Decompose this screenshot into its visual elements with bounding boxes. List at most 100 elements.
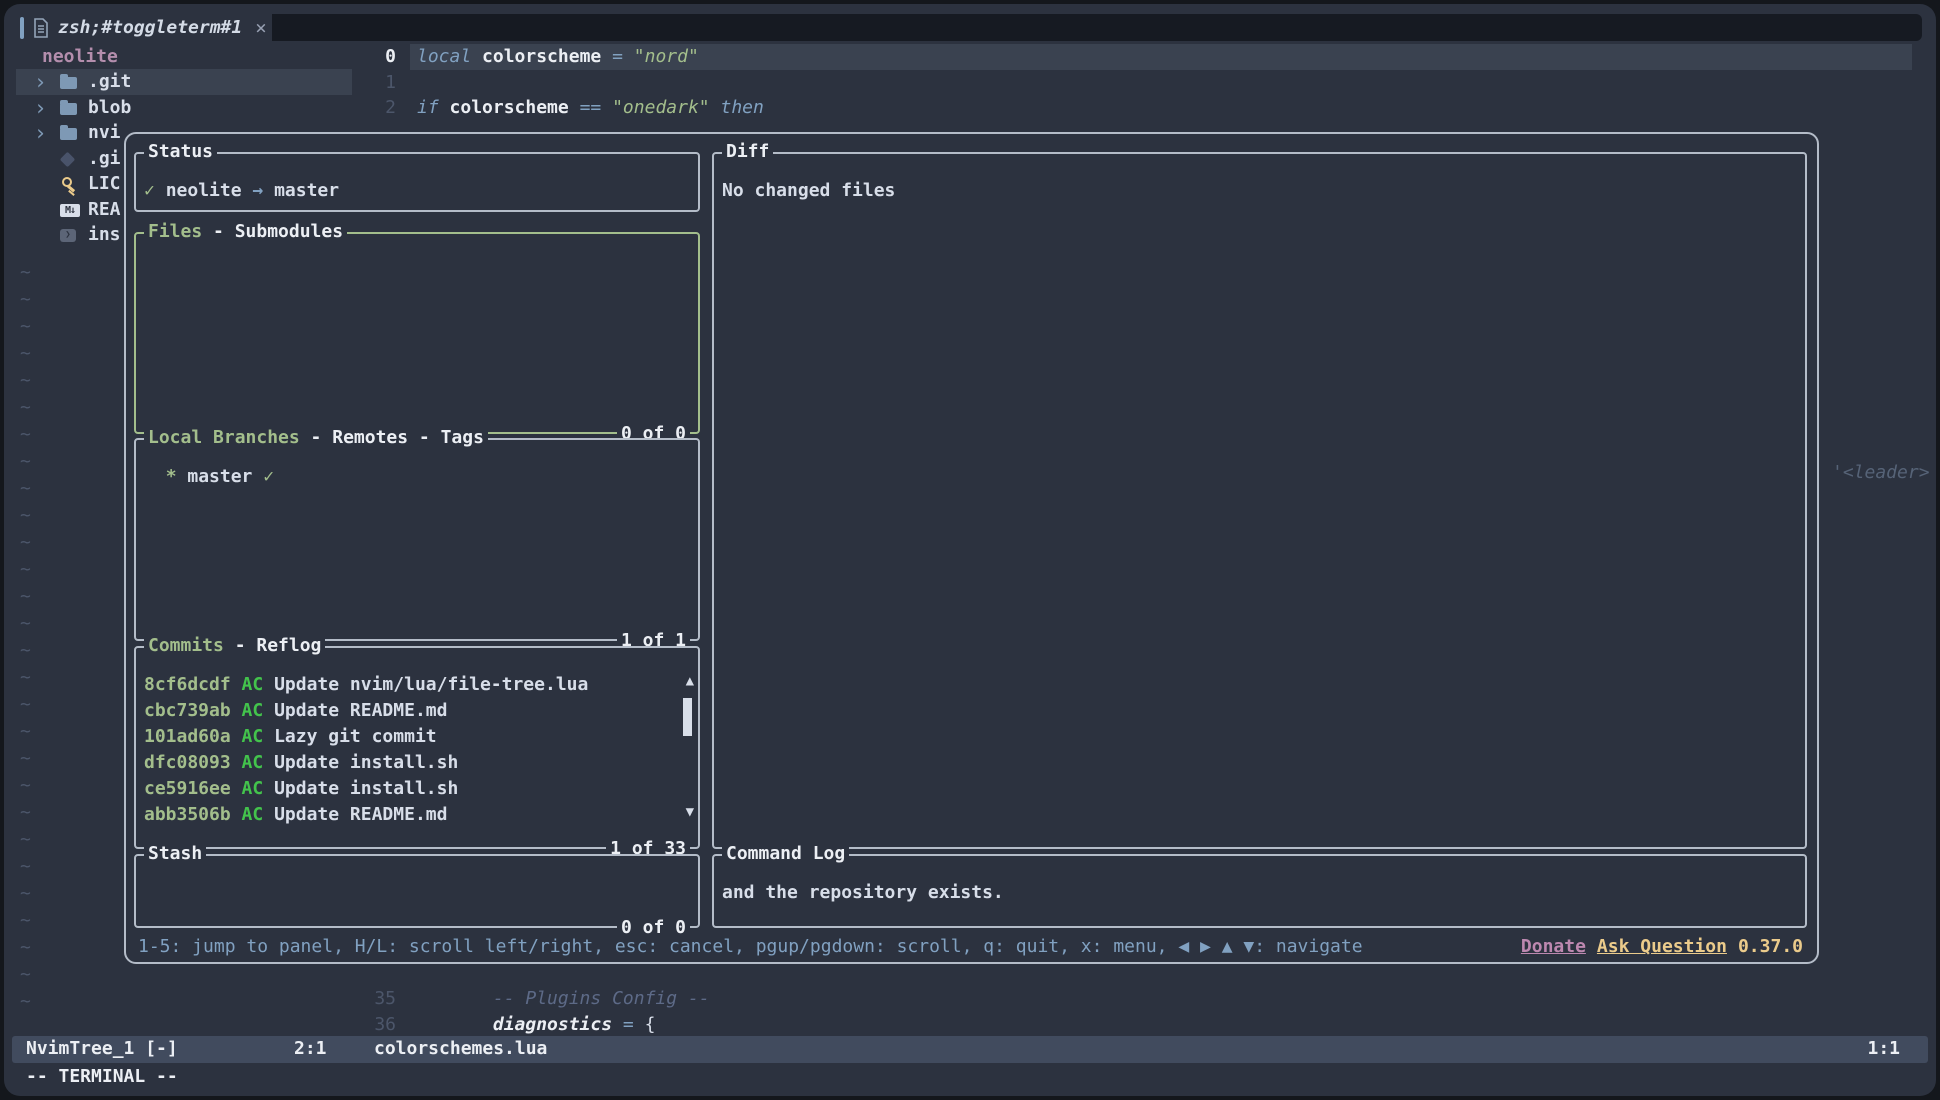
commit-row[interactable]: abb3506b AC Update README.md bbox=[144, 802, 690, 828]
token: local bbox=[417, 46, 482, 67]
code-line-1[interactable]: 1 bbox=[4, 70, 1936, 96]
empty-line-marker: ~ bbox=[20, 368, 31, 394]
terminal-tab[interactable]: zsh;#toggleterm#1 × bbox=[16, 14, 275, 41]
token: colorscheme bbox=[482, 46, 601, 67]
token: Lazy git commit bbox=[274, 724, 437, 750]
empty-line-marker: ~ bbox=[20, 665, 31, 691]
token: ce5916ee bbox=[144, 776, 242, 802]
branches-panel-title: Local Branches - Remotes - Tags bbox=[144, 425, 488, 451]
code-text: local colorscheme = "nord" bbox=[417, 44, 699, 70]
lazygit-links: Donate Ask Question 0.37.0 bbox=[1521, 934, 1803, 960]
status-panel[interactable]: Status ✓ neolite → master bbox=[134, 152, 700, 212]
command-log-content: and the repository exists. bbox=[722, 880, 1797, 924]
empty-line-marker: ~ bbox=[20, 422, 31, 448]
commit-row[interactable]: 101ad60a AC Lazy git commit bbox=[144, 724, 690, 750]
branches-panel[interactable]: Local Branches - Remotes - Tags * master… bbox=[134, 438, 700, 641]
commit-row[interactable]: ce5916ee AC Update install.sh bbox=[144, 776, 690, 802]
token: = bbox=[601, 46, 634, 67]
empty-line-marker: ~ bbox=[20, 557, 31, 583]
token: ✓ bbox=[144, 180, 166, 201]
token: ✓ bbox=[263, 466, 274, 487]
code-line-0[interactable]: 0 local colorscheme = "nord" bbox=[4, 44, 1936, 70]
empty-line-marker: ~ bbox=[20, 908, 31, 934]
scroll-up-icon[interactable]: ▲ bbox=[686, 674, 694, 688]
scroll-down-icon[interactable]: ▼ bbox=[686, 805, 694, 819]
commit-row[interactable]: dfc08093 AC Update install.sh bbox=[144, 750, 690, 776]
empty-line-marker: ~ bbox=[20, 530, 31, 556]
stash-panel[interactable]: Stash 0 of 0 bbox=[134, 854, 700, 928]
active-tab-indicator bbox=[20, 17, 24, 39]
token: master bbox=[274, 180, 339, 201]
line-number: 0 bbox=[4, 44, 396, 70]
ask-question-link[interactable]: Ask Question bbox=[1597, 934, 1727, 960]
commit-row[interactable]: 8cf6dcdf AC Update nvim/lua/file-tree.lu… bbox=[144, 672, 690, 698]
statusline-buffer-name: NvimTree_1 [-] bbox=[26, 1036, 178, 1062]
tree-item-label: REA bbox=[88, 197, 121, 223]
tab-title: zsh;#toggleterm#1 bbox=[58, 15, 242, 41]
code-line-36[interactable]: 36 diagnostics = { bbox=[4, 1012, 1936, 1038]
token: == bbox=[569, 97, 612, 118]
token: -- Plugins Config -- bbox=[493, 988, 710, 1009]
token: → bbox=[252, 180, 274, 201]
status-panel-content: ✓ neolite → master bbox=[144, 178, 690, 208]
commits-panel[interactable]: Commits - Reflog 8cf6dcdf AC Update nvim… bbox=[134, 646, 700, 849]
stash-panel-content bbox=[144, 880, 690, 924]
license-key-icon bbox=[60, 176, 88, 192]
tree-item-label: ins bbox=[88, 222, 121, 248]
files-panel-title: Files - Submodules bbox=[144, 219, 347, 245]
folder-icon bbox=[60, 126, 88, 140]
statusline-filename: colorschemes.lua bbox=[374, 1036, 547, 1062]
token: "onedark" bbox=[612, 97, 710, 118]
file-icon bbox=[33, 18, 49, 38]
token: 101ad60a bbox=[144, 724, 242, 750]
chevron-right-icon[interactable]: › bbox=[34, 122, 60, 144]
empty-line-marker: ~ bbox=[20, 584, 31, 610]
diff-panel-content: No changed files bbox=[722, 178, 1797, 845]
token: colorscheme bbox=[450, 97, 569, 118]
empty-line-marker: ~ bbox=[20, 395, 31, 421]
token: Update install.sh bbox=[274, 776, 458, 802]
token: AC bbox=[242, 672, 275, 698]
files-panel[interactable]: Files - Submodules 0 of 0 bbox=[134, 232, 700, 434]
code-line-2[interactable]: 2if colorscheme == "onedark" then bbox=[4, 95, 1936, 121]
empty-line-marker: ~ bbox=[20, 314, 31, 340]
statusline: NvimTree_1 [-] 2:1 colorschemes.lua 1:1 bbox=[12, 1036, 1928, 1063]
token: Update README.md bbox=[274, 802, 447, 828]
code-line-35[interactable]: 35 -- Plugins Config -- bbox=[4, 986, 1936, 1012]
terminal-screen: zsh;#toggleterm#1 × neolite ›.git›blob›n… bbox=[0, 0, 1940, 1100]
token: 8cf6dcdf bbox=[144, 672, 242, 698]
close-tab-icon[interactable]: × bbox=[255, 15, 266, 41]
token: Update nvim/lua/file-tree.lua bbox=[274, 672, 588, 698]
empty-line-marker: ~ bbox=[20, 962, 31, 988]
token bbox=[417, 1014, 493, 1035]
mode-indicator: -- TERMINAL -- bbox=[26, 1064, 178, 1090]
empty-line-marker: ~ bbox=[20, 935, 31, 961]
tree-item-label: LIC bbox=[88, 171, 121, 197]
donate-link[interactable]: Donate bbox=[1521, 934, 1586, 960]
keybind-help: 1-5: jump to panel, H/L: scroll left/rig… bbox=[138, 934, 1363, 960]
token: AC bbox=[242, 776, 275, 802]
commit-row[interactable]: cbc739ab AC Update README.md bbox=[144, 698, 690, 724]
branch-list[interactable]: * master ✓ bbox=[144, 464, 690, 637]
scrollbar-thumb[interactable] bbox=[683, 698, 692, 736]
empty-line-marker: ~ bbox=[20, 476, 31, 502]
code-text: diagnostics = { bbox=[417, 1012, 655, 1038]
diff-panel[interactable]: Diff No changed files bbox=[712, 152, 1807, 849]
token: if bbox=[417, 97, 450, 118]
neovim-window: zsh;#toggleterm#1 × neolite ›.git›blob›n… bbox=[4, 4, 1936, 1096]
token: neolite bbox=[166, 180, 253, 201]
empty-line-marker: ~ bbox=[20, 611, 31, 637]
tabline-fill bbox=[272, 14, 1922, 41]
empty-line-marker: ~ bbox=[20, 503, 31, 529]
token: { bbox=[645, 1014, 656, 1035]
statusline-cursor-position: 2:1 bbox=[294, 1036, 327, 1062]
empty-line-marker: ~ bbox=[20, 638, 31, 664]
terminal-script-icon: ❯ bbox=[60, 229, 88, 242]
empty-line-marker: ~ bbox=[20, 773, 31, 799]
diff-panel-title: Diff bbox=[722, 139, 773, 165]
command-log-panel[interactable]: Command Log and the repository exists. bbox=[712, 854, 1807, 928]
token: abb3506b bbox=[144, 802, 242, 828]
commits-panel-title: Commits - Reflog bbox=[144, 633, 325, 659]
line-number: 2 bbox=[4, 95, 396, 121]
files-panel-content bbox=[144, 258, 690, 430]
